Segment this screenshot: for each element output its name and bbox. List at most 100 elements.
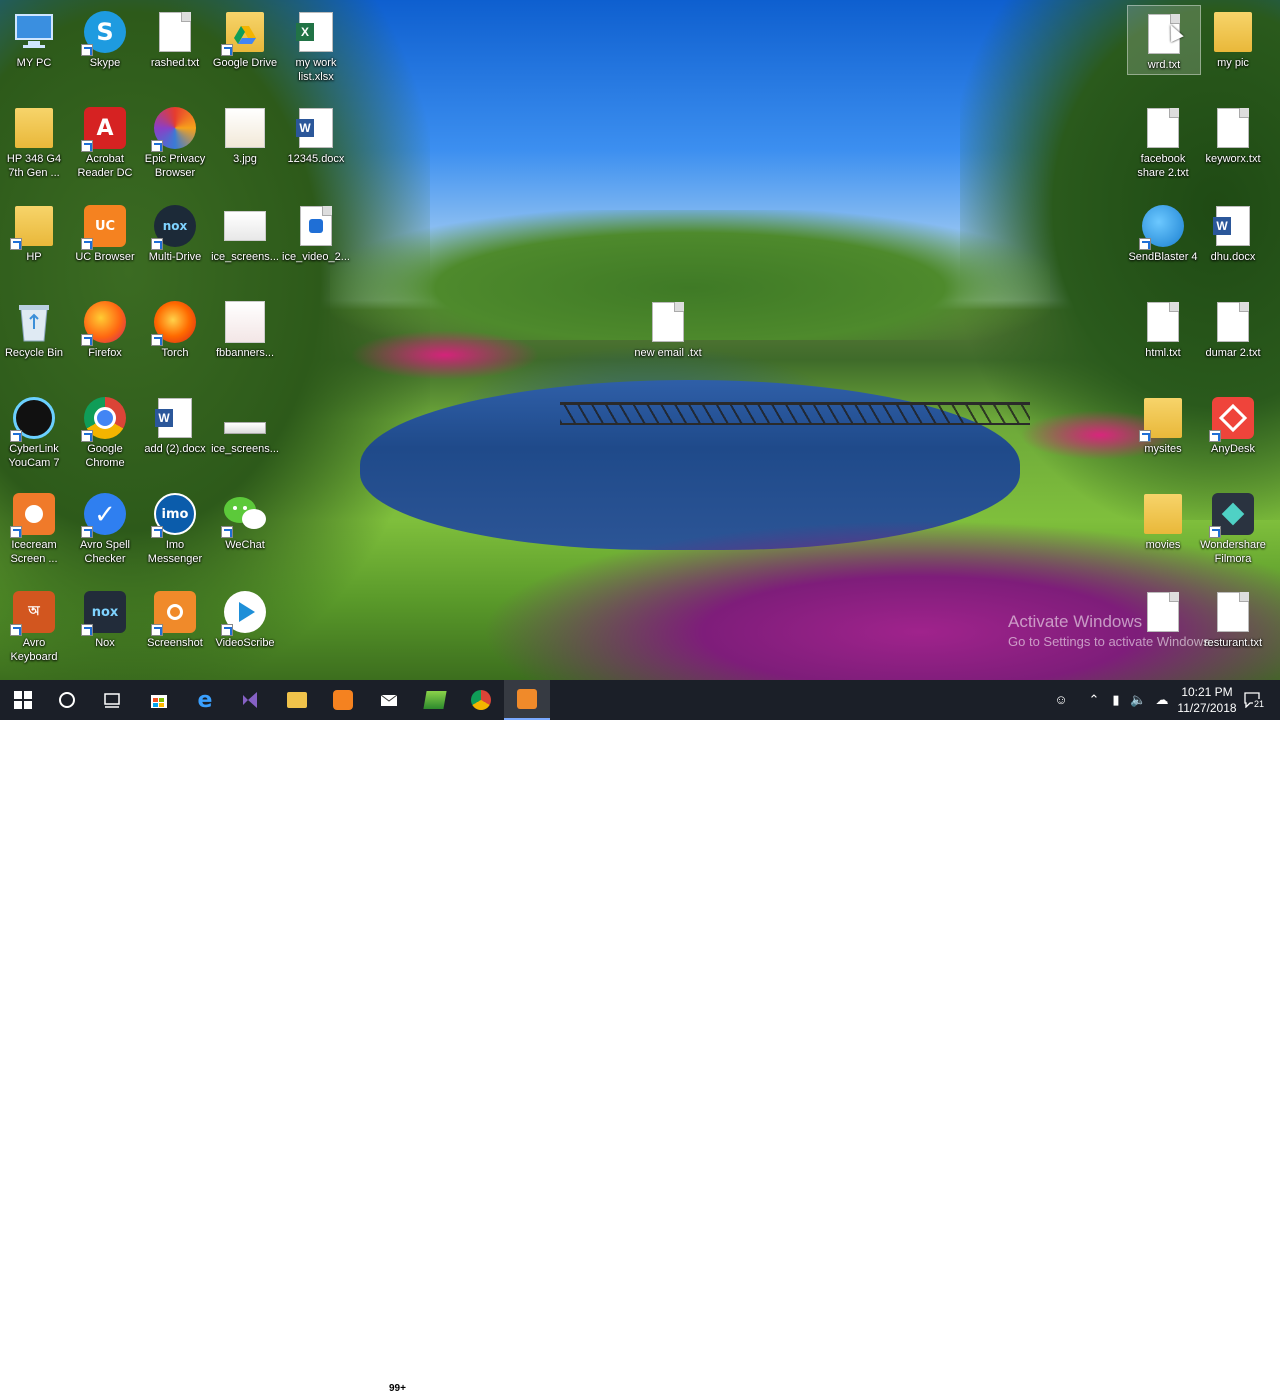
icon-label: AnyDesk <box>1210 443 1256 455</box>
desktop-icon-google-drive[interactable]: Google Drive <box>209 4 281 96</box>
word-doc-icon <box>1211 204 1255 248</box>
icon-label: VideoScribe <box>215 637 275 649</box>
activate-windows-watermark: Activate Windows Go to Settings to activ… <box>1008 612 1213 649</box>
desktop-icon-skype[interactable]: S Skype <box>69 4 141 96</box>
icon-label: my work list.xlsx <box>295 57 337 83</box>
icon-label: Epic Privacy Browser <box>144 153 206 179</box>
text-file-icon <box>153 10 197 54</box>
action-center-button[interactable]: 21 <box>1244 690 1266 710</box>
desktop-icon-uc-browser[interactable]: UC UC Browser <box>69 198 141 290</box>
people-icon[interactable]: ☺ <box>1053 692 1069 708</box>
desktop-icon-fbbanners[interactable]: fbbanners... <box>209 294 281 386</box>
desktop-icon-chrome[interactable]: Google Chrome <box>69 390 141 482</box>
desktop-icon-icecream[interactable]: Icecream Screen ... <box>0 486 70 578</box>
icon-label: movies <box>1145 539 1181 551</box>
taskbar-file-explorer[interactable] <box>274 680 320 720</box>
task-view-button[interactable] <box>89 680 135 720</box>
camera-app-icon <box>10 396 56 442</box>
desktop-icon-dhu-docx[interactable]: dhu.docx <box>1197 198 1269 290</box>
desktop-icon-3-jpg[interactable]: 3.jpg <box>209 100 281 192</box>
desktop-icon-movies[interactable]: movies <box>1127 486 1199 578</box>
imo-icon: imo <box>151 492 197 538</box>
taskbar-uc-browser[interactable] <box>320 680 366 720</box>
firefox-icon <box>81 300 127 346</box>
icon-label: Recycle Bin <box>4 347 64 359</box>
desktop-icon-wrd-txt[interactable]: wrd.txt <box>1127 5 1201 75</box>
desktop-icon-videoscribe[interactable]: VideoScribe <box>209 584 281 676</box>
image-file-icon <box>223 204 267 248</box>
start-button[interactable] <box>0 680 46 720</box>
desktop-icon-my-pc[interactable]: MY PC <box>0 4 70 96</box>
desktop[interactable]: MY PC HP 348 G4 7th Gen ... HP Recycle B… <box>0 0 1280 680</box>
taskbar-clock[interactable]: 10:21 PM 11/27/2018 <box>1172 684 1242 716</box>
desktop-icon-new-email-txt[interactable]: new email .txt <box>632 294 704 386</box>
desktop-icon-anydesk[interactable]: AnyDesk <box>1197 390 1269 482</box>
taskbar-edge[interactable]: e <box>182 680 228 720</box>
desktop-icon-sendblaster[interactable]: SendBlaster 4 <box>1127 198 1199 290</box>
taskbar-screenshot[interactable] <box>504 680 550 720</box>
text-file-icon <box>1211 300 1255 344</box>
desktop-icon-screenshot[interactable]: Screenshot <box>139 584 211 676</box>
desktop-icon-imo[interactable]: imo Imo Messenger <box>139 486 211 578</box>
desktop-icon-avro-spell[interactable]: ✓ Avro Spell Checker <box>69 486 141 578</box>
taskbar-visual-studio[interactable] <box>228 680 274 720</box>
desktop-icon-torch[interactable]: Torch <box>139 294 211 386</box>
desktop-icon-rashed-txt[interactable]: rashed.txt <box>139 4 211 96</box>
watermark-subtitle: Go to Settings to activate Windows. <box>1008 634 1214 649</box>
desktop-icon-recycle-bin[interactable]: Recycle Bin <box>0 294 70 386</box>
desktop-icon-epic[interactable]: Epic Privacy Browser <box>139 100 211 192</box>
taskbar-chrome[interactable] <box>458 680 504 720</box>
folder-icon <box>287 692 307 708</box>
desktop-icon-html-txt[interactable]: html.txt <box>1127 294 1199 386</box>
desktop-icon-filmora[interactable]: Wondershare Filmora <box>1197 486 1269 578</box>
desktop-icon-ice-screens-1[interactable]: ice_screens... <box>209 198 281 290</box>
icon-label: Torch <box>161 347 189 359</box>
wallpaper-flowers <box>350 330 540 380</box>
desktop-icon-dumar-2[interactable]: dumar 2.txt <box>1197 294 1269 386</box>
desktop-icon-nox[interactable]: nox Nox <box>69 584 141 676</box>
taskbar-bluestacks[interactable] <box>412 680 458 720</box>
desktop-icon-my-pic[interactable]: my pic <box>1197 4 1269 96</box>
desktop-icon-acrobat[interactable]: A Acrobat Reader DC <box>69 100 141 192</box>
desktop-icon-keyworx[interactable]: keyworx.txt <box>1197 100 1269 192</box>
desktop-icon-ice-screens-2[interactable]: ice_screens... <box>209 390 281 482</box>
desktop-icon-mysites[interactable]: mysites <box>1127 390 1199 482</box>
icon-label: my pic <box>1217 57 1249 69</box>
desktop-icon-avro-keyboard[interactable]: অ Avro Keyboard <box>0 584 70 676</box>
volume-icon[interactable]: 🔈 <box>1130 692 1146 708</box>
computer-icon <box>12 10 56 54</box>
nox-icon: nox <box>151 204 197 250</box>
keyboard-app-icon: অ <box>10 590 56 636</box>
icon-label: 3.jpg <box>233 153 257 165</box>
battery-icon[interactable]: ▮ <box>1108 692 1124 708</box>
image-file-icon <box>223 396 267 440</box>
pdf-icon: A <box>81 106 127 152</box>
desktop-icon-add-docx[interactable]: add (2).docx <box>139 390 211 482</box>
clock-time: 10:21 PM <box>1181 685 1233 699</box>
desktop-icon-firefox[interactable]: Firefox <box>69 294 141 386</box>
desktop-icon-hp[interactable]: HP <box>0 198 70 290</box>
taskbar-store[interactable] <box>136 680 182 720</box>
desktop-icon-my-work-list[interactable]: my work list.xlsx <box>280 4 352 96</box>
icon-label: MY PC <box>16 57 52 69</box>
desktop-icon-hp-348[interactable]: HP 348 G4 7th Gen ... <box>0 100 70 192</box>
icon-label: Wondershare Filmora <box>1200 539 1266 565</box>
desktop-icon-facebook-share[interactable]: facebook share 2.txt <box>1127 100 1199 192</box>
icon-label: Imo Messenger <box>147 539 203 565</box>
desktop-icon-12345-docx[interactable]: 12345.docx <box>280 100 352 192</box>
desktop-icon-cyberlink[interactable]: CyberLink YouCam 7 <box>0 390 70 482</box>
cloud-icon[interactable]: ☁ <box>1154 692 1170 708</box>
desktop-icon-wechat[interactable]: WeChat <box>209 486 281 578</box>
icon-label: Screenshot <box>147 637 203 649</box>
skype-icon: S <box>81 10 127 56</box>
cortana-search-button[interactable] <box>44 680 90 720</box>
mail-unread-badge: 99+ <box>386 1383 409 1394</box>
chrome-icon <box>471 690 491 710</box>
chevron-up-icon[interactable]: ⌃ <box>1086 692 1102 708</box>
excel-file-icon <box>294 10 338 54</box>
desktop-icon-ice-video[interactable]: ice_video_2... <box>280 198 352 290</box>
icon-label: keyworx.txt <box>1205 153 1261 165</box>
taskbar-mail[interactable] <box>366 680 412 720</box>
icon-label: html.txt <box>1145 347 1181 359</box>
desktop-icon-multi-drive[interactable]: nox Multi-Drive <box>139 198 211 290</box>
